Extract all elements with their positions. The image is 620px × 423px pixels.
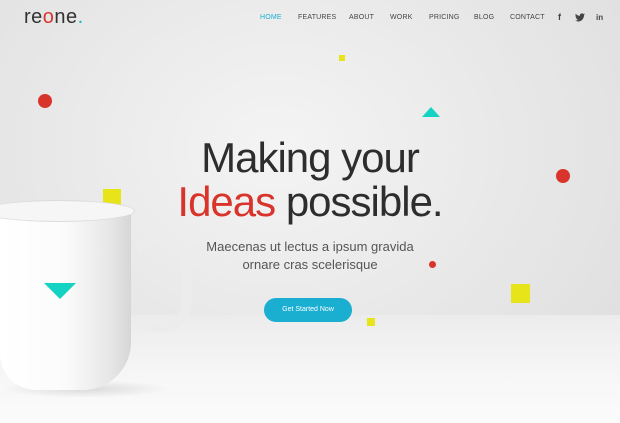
get-started-button[interactable]: Get Started Now (264, 298, 352, 322)
logo-text-o: o (42, 6, 55, 28)
logo-text-pre: re (24, 6, 43, 28)
hero-headline-line1: Making your (201, 134, 420, 181)
logo-text-post: ne (54, 6, 78, 28)
nav-item-about[interactable]: ABOUT (349, 14, 374, 21)
facebook-icon[interactable]: f (558, 12, 561, 22)
decor-yellow-square (339, 55, 345, 61)
nav-item-features[interactable]: FEATURES (298, 14, 336, 21)
decor-teal-triangle (422, 107, 440, 117)
nav-item-work[interactable]: WORK (390, 14, 413, 21)
twitter-icon[interactable] (575, 13, 585, 22)
nav-item-home[interactable]: HOME (260, 14, 282, 21)
nav-item-contact[interactable]: CONTACT (510, 14, 545, 21)
hero-stage: reone. HOME FEATURES ABOUT WORK PRICING … (0, 0, 620, 423)
decor-yellow-square (511, 284, 530, 303)
nav-item-pricing[interactable]: PRICING (429, 14, 460, 21)
hero-headline-accent: Ideas (177, 178, 276, 225)
site-logo[interactable]: reone. (24, 6, 84, 29)
hero-subtitle-line1: Maecenas ut lectus a ipsum gravida (206, 239, 414, 254)
decor-teal-triangle (44, 283, 76, 299)
coffee-mug (0, 208, 131, 390)
decor-yellow-square (367, 318, 375, 326)
decor-red-circle (38, 94, 52, 108)
logo-dot: . (77, 6, 84, 28)
hero-headline-rest: possible. (275, 178, 444, 225)
hero-subtitle-line2: ornare cras scelerisque (242, 257, 378, 272)
hero-headline-line2: Ideas possible. (0, 181, 620, 223)
nav-item-blog[interactable]: BLOG (474, 14, 494, 21)
linkedin-icon[interactable]: in (596, 13, 603, 22)
